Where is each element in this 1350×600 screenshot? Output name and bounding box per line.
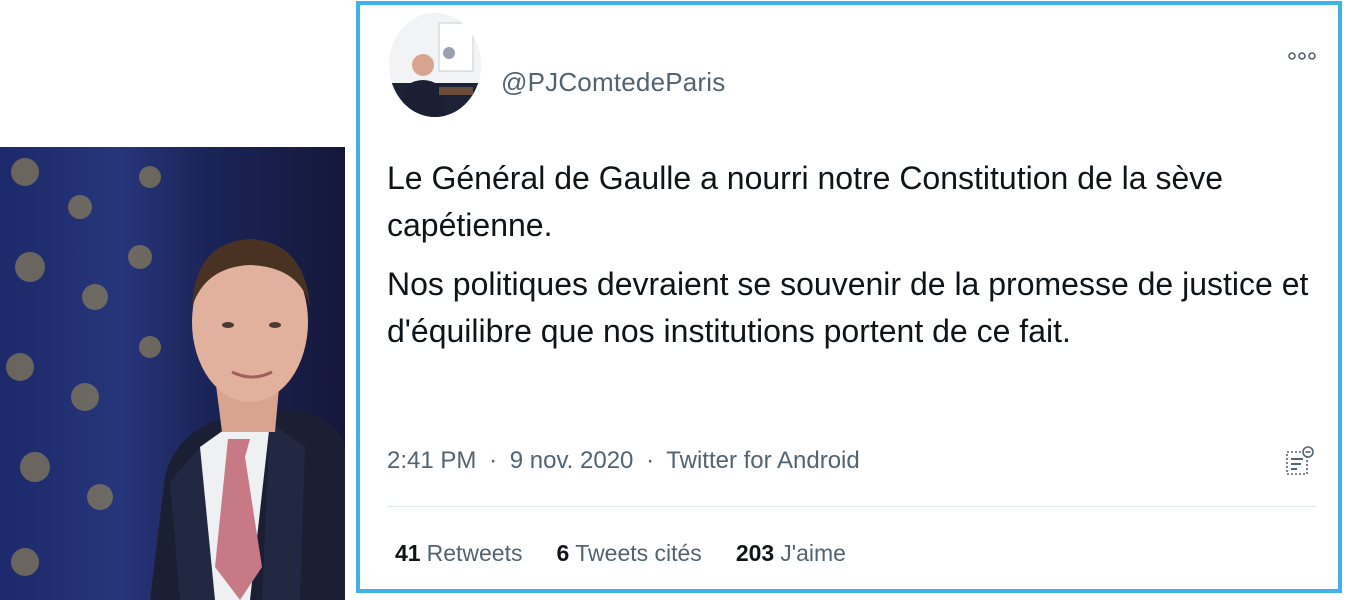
analytics-icon[interactable] — [1284, 445, 1316, 477]
quotes-count: 6 — [556, 540, 570, 566]
tweet-paragraph: Nos politiques devraient se souvenir de … — [387, 266, 1309, 349]
avatar[interactable] — [389, 13, 481, 117]
tweet-text: Le Général de Gaulle a nourri notre Cons… — [387, 155, 1317, 367]
divider — [387, 506, 1317, 507]
retweets-label: Retweets — [426, 540, 523, 566]
meta-separator: · — [646, 447, 655, 474]
tweet-time[interactable]: 2:41 PM — [387, 447, 476, 474]
tweet-date[interactable]: 9 nov. 2020 — [510, 447, 634, 474]
tweet-paragraph: Le Général de Gaulle a nourri notre Cons… — [387, 160, 1224, 243]
retweets-count: 41 — [395, 540, 421, 566]
likes-label: J'aime — [780, 540, 846, 566]
likes-count: 203 — [735, 540, 775, 566]
more-icon[interactable] — [1286, 45, 1318, 67]
likes-stat[interactable]: 203 J'aime — [736, 540, 846, 567]
quotes-stat[interactable]: 6 Tweets cités — [556, 540, 701, 567]
tweet-stats: 41 Retweets 6 Tweets cités 203 J'aime — [395, 540, 846, 567]
tweet-meta: 2:41 PM · 9 nov. 2020 · Twitter for Andr… — [387, 447, 860, 475]
tweet-card: @PJComtedeParis Le Général de Gaulle a n… — [356, 1, 1342, 593]
screen: @PJComtedeParis Le Général de Gaulle a n… — [0, 0, 1350, 600]
user-handle[interactable]: @PJComtedeParis — [501, 67, 725, 98]
retweets-stat[interactable]: 41 Retweets — [395, 540, 522, 567]
quotes-label: Tweets cités — [575, 540, 702, 566]
portrait-photo — [0, 147, 345, 600]
tweet-source[interactable]: Twitter for Android — [666, 447, 859, 474]
meta-separator: · — [489, 447, 498, 474]
